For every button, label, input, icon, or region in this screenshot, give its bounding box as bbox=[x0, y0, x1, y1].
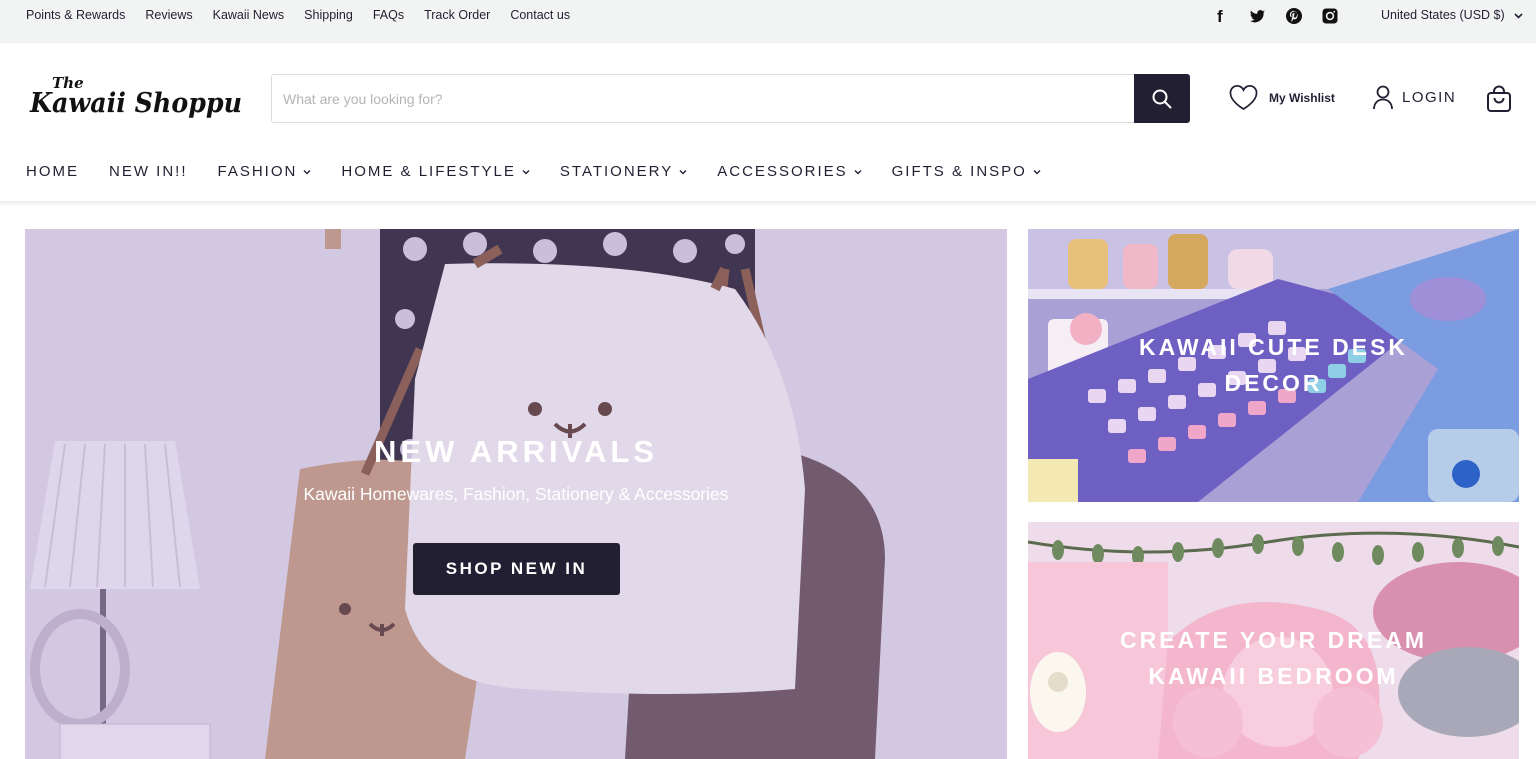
wishlist-label: My Wishlist bbox=[1269, 90, 1335, 105]
logo-main-text: Kawaii Shoppu bbox=[29, 88, 242, 119]
nav-item-label: FASHION bbox=[217, 163, 298, 180]
wishlist-link[interactable]: My Wishlist bbox=[1228, 84, 1335, 111]
currency-label: United States (USD $) bbox=[1381, 8, 1505, 22]
chevron-down-icon bbox=[1033, 166, 1041, 178]
nav-item-label: ACCESSORIES bbox=[717, 163, 848, 180]
nav-item-home-lifestyle[interactable]: HOME & LIFESTYLE bbox=[341, 163, 530, 180]
login-link[interactable]: LOGIN bbox=[1372, 84, 1456, 110]
top-link-shipping[interactable]: Shipping bbox=[304, 8, 353, 22]
top-link-kawaii-news[interactable]: Kawaii News bbox=[213, 8, 285, 22]
nav-item-label: HOME bbox=[26, 163, 79, 180]
chevron-down-icon bbox=[303, 166, 311, 178]
currency-selector[interactable]: United States (USD $) bbox=[1381, 8, 1523, 22]
top-links: Points & Rewards Reviews Kawaii News Shi… bbox=[26, 8, 590, 22]
shopping-bag-icon bbox=[1487, 85, 1511, 112]
top-link-faqs[interactable]: FAQs bbox=[373, 8, 404, 22]
heart-icon bbox=[1229, 85, 1258, 110]
top-link-contact-us[interactable]: Contact us bbox=[510, 8, 570, 22]
nav-item-gifts-inspo[interactable]: GIFTS & INSPO bbox=[892, 163, 1041, 180]
search-button[interactable] bbox=[1134, 74, 1190, 123]
nav-item-stationery[interactable]: STATIONERY bbox=[560, 163, 687, 180]
nav-item-label: HOME & LIFESTYLE bbox=[341, 163, 516, 180]
nav-item-new-in[interactable]: NEW IN!! bbox=[109, 163, 188, 180]
header-divider bbox=[0, 201, 1536, 207]
desk-decor-title-line2: DECOR bbox=[1224, 370, 1323, 396]
search-icon bbox=[1152, 89, 1172, 108]
top-utility-bar: Points & Rewards Reviews Kawaii News Shi… bbox=[0, 0, 1536, 43]
hero-title: NEW ARRIVALS bbox=[374, 434, 658, 469]
nav-item-label: STATIONERY bbox=[559, 163, 674, 180]
hero-subtitle: Kawaii Homewares, Fashion, Stationery & … bbox=[303, 484, 729, 504]
svg-text:f: f bbox=[1217, 7, 1223, 26]
nav-item-accessories[interactable]: ACCESSORIES bbox=[717, 163, 862, 180]
login-label: LOGIN bbox=[1402, 88, 1457, 106]
chevron-down-icon bbox=[1514, 8, 1523, 22]
chevron-down-icon bbox=[854, 166, 862, 178]
nav-item-label: NEW IN!! bbox=[109, 163, 188, 180]
chevron-down-icon bbox=[522, 166, 530, 178]
shop-new-in-button[interactable]: SHOP NEW IN bbox=[413, 543, 620, 595]
chevron-down-icon bbox=[679, 166, 687, 178]
site-logo[interactable]: The Kawaii Shoppu bbox=[28, 72, 248, 126]
main-navigation: HOME NEW IN!! FASHION HOME & LIFESTYLE S… bbox=[26, 163, 1071, 180]
desk-decor-title-line1: KAWAII CUTE DESK bbox=[1138, 334, 1409, 360]
top-link-reviews[interactable]: Reviews bbox=[145, 8, 192, 22]
nav-item-home[interactable]: HOME bbox=[26, 163, 79, 180]
nav-item-label: GIFTS & INSPO bbox=[891, 163, 1027, 180]
cart-button[interactable] bbox=[1486, 85, 1512, 118]
instagram-icon[interactable] bbox=[1318, 5, 1342, 27]
search-input[interactable] bbox=[272, 75, 1134, 122]
dream-bedroom-title-line2: KAWAII BEDROOM bbox=[1148, 663, 1399, 689]
nav-item-fashion[interactable]: FASHION bbox=[218, 163, 312, 180]
top-link-track-order[interactable]: Track Order bbox=[424, 8, 490, 22]
search-bar bbox=[271, 74, 1190, 123]
facebook-icon[interactable]: f bbox=[1210, 5, 1234, 27]
dream-bedroom-title-line1: CREATE YOUR DREAM bbox=[1120, 627, 1427, 653]
user-icon bbox=[1373, 85, 1393, 110]
pinterest-icon[interactable] bbox=[1282, 5, 1306, 27]
twitter-icon[interactable] bbox=[1246, 5, 1270, 27]
top-link-points-rewards[interactable]: Points & Rewards bbox=[26, 8, 125, 22]
social-links: f bbox=[1210, 5, 1354, 27]
